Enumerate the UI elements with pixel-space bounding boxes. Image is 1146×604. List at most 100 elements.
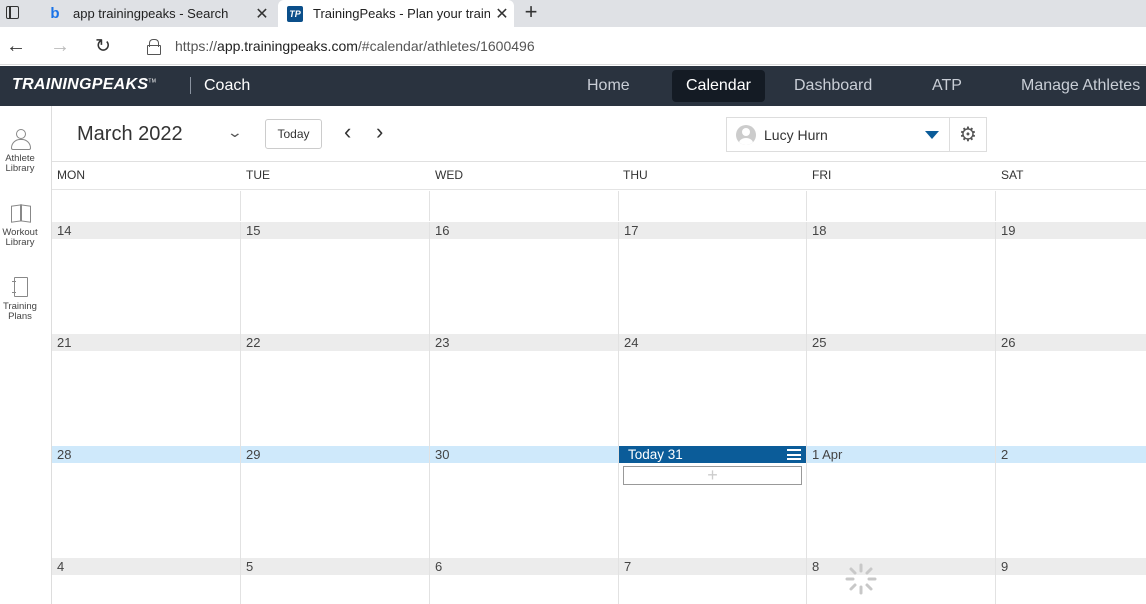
day-number: 7 bbox=[619, 558, 806, 575]
athlete-name: Lucy Hurn bbox=[764, 126, 828, 143]
gear-icon[interactable]: ⚙ bbox=[950, 117, 987, 152]
day-cell[interactable]: 6 bbox=[430, 558, 619, 604]
calendar-week: 14 15 16 17 18 19 bbox=[52, 222, 1146, 334]
day-cell[interactable] bbox=[241, 191, 430, 221]
nav-calendar[interactable]: Calendar bbox=[672, 70, 765, 102]
sidebar-item-label: Training Plans bbox=[3, 301, 37, 322]
dow-label: WED bbox=[435, 168, 463, 182]
menu-icon[interactable] bbox=[787, 449, 801, 460]
day-cell[interactable]: 23 bbox=[430, 334, 619, 446]
day-cell[interactable]: 1 Apr bbox=[807, 446, 996, 558]
day-cell[interactable]: 21 bbox=[52, 334, 241, 446]
tab-actions-icon[interactable] bbox=[6, 6, 19, 19]
dow-label: FRI bbox=[812, 168, 832, 182]
coach-label: Coach bbox=[204, 77, 251, 94]
day-cell[interactable]: 5 bbox=[241, 558, 430, 604]
day-cell[interactable]: 4 bbox=[52, 558, 241, 604]
back-icon[interactable]: ← bbox=[5, 35, 27, 57]
day-cell[interactable]: 18 bbox=[807, 222, 996, 334]
plan-icon bbox=[9, 276, 31, 298]
day-cell[interactable]: 26 bbox=[996, 334, 1146, 446]
trainingpeaks-logo[interactable]: TRAININGPEAKSTM bbox=[12, 76, 156, 94]
chevron-down-icon[interactable]: ⌄ bbox=[227, 124, 243, 141]
athlete-icon bbox=[9, 128, 31, 150]
day-number: 1 Apr bbox=[807, 446, 995, 463]
tab-title: TrainingPeaks - Plan your training bbox=[313, 6, 490, 21]
day-cell[interactable]: 15 bbox=[241, 222, 430, 334]
day-cell[interactable] bbox=[430, 191, 619, 221]
caret-down-icon[interactable] bbox=[925, 130, 939, 139]
sidebar-item-label: Athlete Library bbox=[5, 153, 35, 174]
nav-manage-athletes[interactable]: Manage Athletes bbox=[1007, 70, 1146, 102]
book-icon bbox=[9, 202, 31, 224]
nav-dashboard[interactable]: Dashboard bbox=[780, 70, 886, 102]
day-number: 16 bbox=[430, 222, 618, 239]
dow-label: SAT bbox=[1001, 168, 1024, 182]
today-button[interactable]: Today bbox=[265, 119, 322, 149]
avatar bbox=[736, 124, 756, 145]
day-number: 2 bbox=[996, 446, 1146, 463]
day-cell[interactable]: 28 bbox=[52, 446, 241, 558]
day-cell[interactable]: 29 bbox=[241, 446, 430, 558]
day-cell[interactable]: 16 bbox=[430, 222, 619, 334]
dow-label: THU bbox=[623, 168, 648, 182]
day-number: 28 bbox=[52, 446, 240, 463]
address-bar: ← → ↻ https://app.trainingpeaks.com/#cal… bbox=[0, 27, 1146, 65]
loading-spinner-icon bbox=[845, 563, 877, 595]
day-cell[interactable] bbox=[996, 191, 1146, 221]
day-number: 24 bbox=[619, 334, 806, 351]
day-cell[interactable]: 14 bbox=[52, 222, 241, 334]
library-sidebar: Athlete Library Workout Library Training… bbox=[0, 106, 52, 604]
day-number: 5 bbox=[241, 558, 429, 575]
previous-icon[interactable]: ‹ bbox=[344, 120, 351, 144]
day-number: Today 31 bbox=[628, 447, 683, 462]
day-cell[interactable] bbox=[807, 191, 996, 221]
day-cell[interactable] bbox=[619, 191, 807, 221]
day-number: 15 bbox=[241, 222, 429, 239]
day-cell[interactable]: 9 bbox=[996, 558, 1146, 604]
day-cell[interactable] bbox=[52, 191, 241, 221]
divider bbox=[190, 77, 191, 94]
dow-label: TUE bbox=[246, 168, 270, 182]
day-cell-today[interactable]: Today 31 + bbox=[619, 446, 807, 558]
day-cell[interactable]: 25 bbox=[807, 334, 996, 446]
sidebar-item-label: Workout Library bbox=[2, 227, 38, 248]
close-tab-icon[interactable]: ✕ bbox=[250, 4, 274, 24]
next-icon[interactable]: › bbox=[376, 120, 383, 144]
month-title[interactable]: March 2022 bbox=[77, 123, 183, 146]
browser-tab-search[interactable]: b app trainingpeaks - Search ✕ bbox=[38, 0, 274, 27]
calendar-week-current: 28 29 30 Today 31 + 1 Apr 2 bbox=[52, 446, 1146, 558]
day-number: 30 bbox=[430, 446, 618, 463]
day-cell[interactable]: 30 bbox=[430, 446, 619, 558]
url-input[interactable]: https://app.trainingpeaks.com/#calendar/… bbox=[132, 31, 1146, 61]
sidebar-item-workout-library[interactable]: Workout Library bbox=[0, 202, 40, 248]
new-tab-button[interactable]: + bbox=[520, 1, 542, 23]
day-number: 29 bbox=[241, 446, 429, 463]
day-number: 9 bbox=[996, 558, 1146, 575]
day-number: 25 bbox=[807, 334, 995, 351]
nav-atp[interactable]: ATP bbox=[918, 70, 976, 102]
bing-icon: b bbox=[50, 5, 60, 22]
url-text: https://app.trainingpeaks.com/#calendar/… bbox=[175, 38, 535, 54]
day-cell[interactable]: 7 bbox=[619, 558, 807, 604]
day-cell[interactable]: 8 bbox=[807, 558, 996, 604]
close-tab-icon[interactable]: ✕ bbox=[490, 4, 514, 24]
sidebar-item-training-plans[interactable]: Training Plans bbox=[0, 276, 40, 322]
dow-label: MON bbox=[57, 168, 85, 182]
day-cell[interactable]: 22 bbox=[241, 334, 430, 446]
browser-tab-trainingpeaks[interactable]: TP TrainingPeaks - Plan your training ✕ bbox=[278, 0, 514, 27]
lock-icon[interactable] bbox=[147, 39, 161, 55]
reload-icon[interactable]: ↻ bbox=[92, 35, 114, 57]
day-of-week-header: MON TUE WED THU FRI SAT bbox=[52, 162, 1146, 190]
day-cell[interactable]: 17 bbox=[619, 222, 807, 334]
day-number: 23 bbox=[430, 334, 618, 351]
day-cell[interactable]: 19 bbox=[996, 222, 1146, 334]
day-cell[interactable]: 2 bbox=[996, 446, 1146, 558]
add-workout-button[interactable]: + bbox=[623, 466, 802, 485]
sidebar-item-athlete-library[interactable]: Athlete Library bbox=[0, 128, 40, 174]
athlete-selector[interactable]: Lucy Hurn bbox=[726, 117, 950, 152]
forward-icon[interactable]: → bbox=[49, 35, 71, 57]
day-cell[interactable]: 24 bbox=[619, 334, 807, 446]
nav-home[interactable]: Home bbox=[573, 70, 644, 102]
tp-icon: TP bbox=[287, 5, 303, 22]
